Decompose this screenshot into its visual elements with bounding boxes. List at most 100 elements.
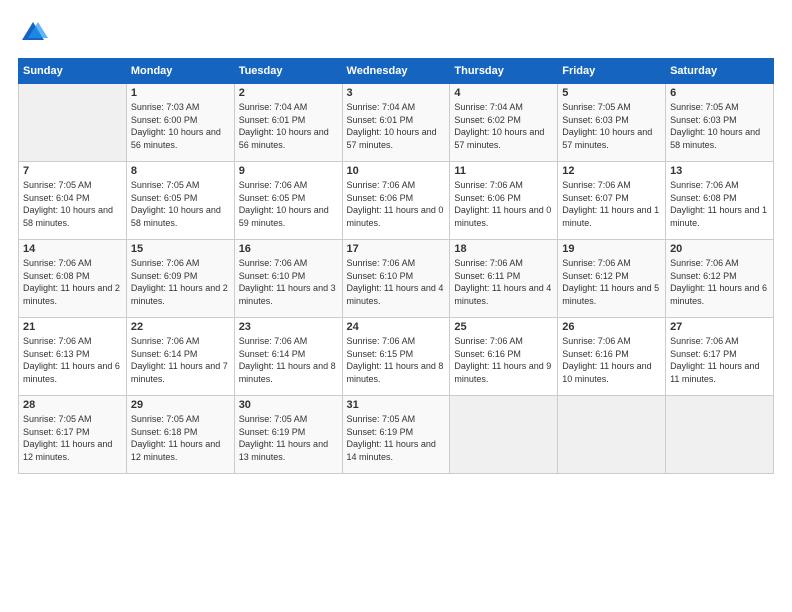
calendar-cell: 20 Sunrise: 7:06 AMSunset: 6:12 PMDayligh… [666,240,774,318]
day-info: Sunrise: 7:05 AMSunset: 6:19 PMDaylight:… [347,413,446,463]
calendar-cell: 22 Sunrise: 7:06 AMSunset: 6:14 PMDayligh… [126,318,234,396]
day-info: Sunrise: 7:06 AMSunset: 6:14 PMDaylight:… [131,335,230,385]
day-info: Sunrise: 7:06 AMSunset: 6:12 PMDaylight:… [562,257,661,307]
day-number: 29 [131,399,230,411]
calendar-cell: 8 Sunrise: 7:05 AMSunset: 6:05 PMDaylight… [126,162,234,240]
day-number: 24 [347,321,446,333]
weekday-header-sunday: Sunday [19,59,127,84]
day-number: 25 [454,321,553,333]
day-number: 15 [131,243,230,255]
calendar-week-3: 14 Sunrise: 7:06 AMSunset: 6:08 PMDayligh… [19,240,774,318]
day-info: Sunrise: 7:06 AMSunset: 6:07 PMDaylight:… [562,179,661,229]
calendar-cell: 4Sunrise: 7:04 AMSunset: 6:02 PMDaylight… [450,84,558,162]
calendar-cell: 12 Sunrise: 7:06 AMSunset: 6:07 PMDayligh… [558,162,666,240]
day-number: 26 [562,321,661,333]
calendar-cell: 10 Sunrise: 7:06 AMSunset: 6:06 PMDayligh… [342,162,450,240]
day-number: 4 [454,87,553,99]
calendar-cell: 24 Sunrise: 7:06 AMSunset: 6:15 PMDayligh… [342,318,450,396]
calendar-cell: 1Sunrise: 7:03 AMSunset: 6:00 PMDaylight… [126,84,234,162]
calendar-week-4: 21 Sunrise: 7:06 AMSunset: 6:13 PMDayligh… [19,318,774,396]
day-number: 7 [23,165,122,177]
calendar-cell: 15 Sunrise: 7:06 AMSunset: 6:09 PMDayligh… [126,240,234,318]
calendar-cell: 9Sunrise: 7:06 AMSunset: 6:05 PMDaylight… [234,162,342,240]
calendar-cell: 23 Sunrise: 7:06 AMSunset: 6:14 PMDayligh… [234,318,342,396]
day-number: 12 [562,165,661,177]
day-number: 23 [239,321,338,333]
day-number: 18 [454,243,553,255]
day-number: 14 [23,243,122,255]
day-number: 8 [131,165,230,177]
day-info: Sunrise: 7:05 AMSunset: 6:04 PMDaylight:… [23,179,122,229]
day-number: 2 [239,87,338,99]
day-number: 6 [670,87,769,99]
day-number: 10 [347,165,446,177]
day-info: Sunrise: 7:06 AMSunset: 6:05 PMDaylight:… [239,179,338,229]
calendar-cell: 19 Sunrise: 7:06 AMSunset: 6:12 PMDayligh… [558,240,666,318]
day-number: 31 [347,399,446,411]
calendar-cell: 30 Sunrise: 7:05 AMSunset: 6:19 PMDayligh… [234,396,342,474]
calendar-week-2: 7 Sunrise: 7:05 AMSunset: 6:04 PMDaylight… [19,162,774,240]
day-number: 11 [454,165,553,177]
day-info: Sunrise: 7:06 AMSunset: 6:09 PMDaylight:… [131,257,230,307]
day-info: Sunrise: 7:04 AMSunset: 6:01 PMDaylight:… [239,101,338,151]
calendar-cell: 2 Sunrise: 7:04 AMSunset: 6:01 PMDaylight… [234,84,342,162]
day-info: Sunrise: 7:05 AMSunset: 6:03 PMDaylight:… [670,101,769,151]
day-info: Sunrise: 7:04 AMSunset: 6:01 PMDaylight:… [347,101,446,151]
day-number: 5 [562,87,661,99]
calendar-body: 1Sunrise: 7:03 AMSunset: 6:00 PMDaylight… [19,84,774,474]
day-info: Sunrise: 7:06 AMSunset: 6:17 PMDaylight:… [670,335,769,385]
day-info: Sunrise: 7:06 AMSunset: 6:10 PMDaylight:… [347,257,446,307]
calendar-cell [19,84,127,162]
day-number: 28 [23,399,122,411]
day-number: 3 [347,87,446,99]
day-number: 13 [670,165,769,177]
calendar-cell: 13 Sunrise: 7:06 AMSunset: 6:08 PMDayligh… [666,162,774,240]
page: SundayMondayTuesdayWednesdayThursdayFrid… [0,0,792,612]
day-info: Sunrise: 7:06 AMSunset: 6:16 PMDaylight:… [454,335,553,385]
day-number: 21 [23,321,122,333]
calendar-cell: 5 Sunrise: 7:05 AMSunset: 6:03 PMDaylight… [558,84,666,162]
day-info: Sunrise: 7:06 AMSunset: 6:16 PMDaylight:… [562,335,661,385]
calendar-table: SundayMondayTuesdayWednesdayThursdayFrid… [18,58,774,474]
header [18,18,774,48]
calendar-cell: 3 Sunrise: 7:04 AMSunset: 6:01 PMDaylight… [342,84,450,162]
day-info: Sunrise: 7:06 AMSunset: 6:12 PMDaylight:… [670,257,769,307]
calendar-cell: 28Sunrise: 7:05 AMSunset: 6:17 PMDayligh… [19,396,127,474]
day-info: Sunrise: 7:05 AMSunset: 6:05 PMDaylight:… [131,179,230,229]
calendar-cell: 7 Sunrise: 7:05 AMSunset: 6:04 PMDaylight… [19,162,127,240]
calendar-cell [558,396,666,474]
day-info: Sunrise: 7:03 AMSunset: 6:00 PMDaylight:… [131,101,230,151]
calendar-cell: 31 Sunrise: 7:05 AMSunset: 6:19 PMDayligh… [342,396,450,474]
calendar-cell: 14 Sunrise: 7:06 AMSunset: 6:08 PMDayligh… [19,240,127,318]
weekday-header-monday: Monday [126,59,234,84]
day-number: 30 [239,399,338,411]
day-number: 19 [562,243,661,255]
day-info: Sunrise: 7:05 AMSunset: 6:19 PMDaylight:… [239,413,338,463]
calendar-cell: 26 Sunrise: 7:06 AMSunset: 6:16 PMDayligh… [558,318,666,396]
day-info: Sunrise: 7:06 AMSunset: 6:10 PMDaylight:… [239,257,338,307]
calendar-cell [450,396,558,474]
day-info: Sunrise: 7:06 AMSunset: 6:06 PMDaylight:… [454,179,553,229]
weekday-header-wednesday: Wednesday [342,59,450,84]
weekday-header-saturday: Saturday [666,59,774,84]
calendar-cell [666,396,774,474]
day-info: Sunrise: 7:06 AMSunset: 6:08 PMDaylight:… [23,257,122,307]
day-info: Sunrise: 7:05 AMSunset: 6:03 PMDaylight:… [562,101,661,151]
calendar-cell: 29Sunrise: 7:05 AMSunset: 6:18 PMDayligh… [126,396,234,474]
calendar-cell: 17 Sunrise: 7:06 AMSunset: 6:10 PMDayligh… [342,240,450,318]
day-number: 17 [347,243,446,255]
day-number: 20 [670,243,769,255]
calendar-cell: 11 Sunrise: 7:06 AMSunset: 6:06 PMDayligh… [450,162,558,240]
weekday-header-friday: Friday [558,59,666,84]
day-info: Sunrise: 7:06 AMSunset: 6:15 PMDaylight:… [347,335,446,385]
day-info: Sunrise: 7:06 AMSunset: 6:14 PMDaylight:… [239,335,338,385]
day-info: Sunrise: 7:06 AMSunset: 6:08 PMDaylight:… [670,179,769,229]
day-number: 22 [131,321,230,333]
calendar-cell: 18Sunrise: 7:06 AMSunset: 6:11 PMDayligh… [450,240,558,318]
weekday-header-row: SundayMondayTuesdayWednesdayThursdayFrid… [19,59,774,84]
calendar-cell: 6 Sunrise: 7:05 AMSunset: 6:03 PMDaylight… [666,84,774,162]
day-number: 27 [670,321,769,333]
calendar-week-1: 1Sunrise: 7:03 AMSunset: 6:00 PMDaylight… [19,84,774,162]
day-info: Sunrise: 7:06 AMSunset: 6:13 PMDaylight:… [23,335,122,385]
day-info: Sunrise: 7:06 AMSunset: 6:06 PMDaylight:… [347,179,446,229]
